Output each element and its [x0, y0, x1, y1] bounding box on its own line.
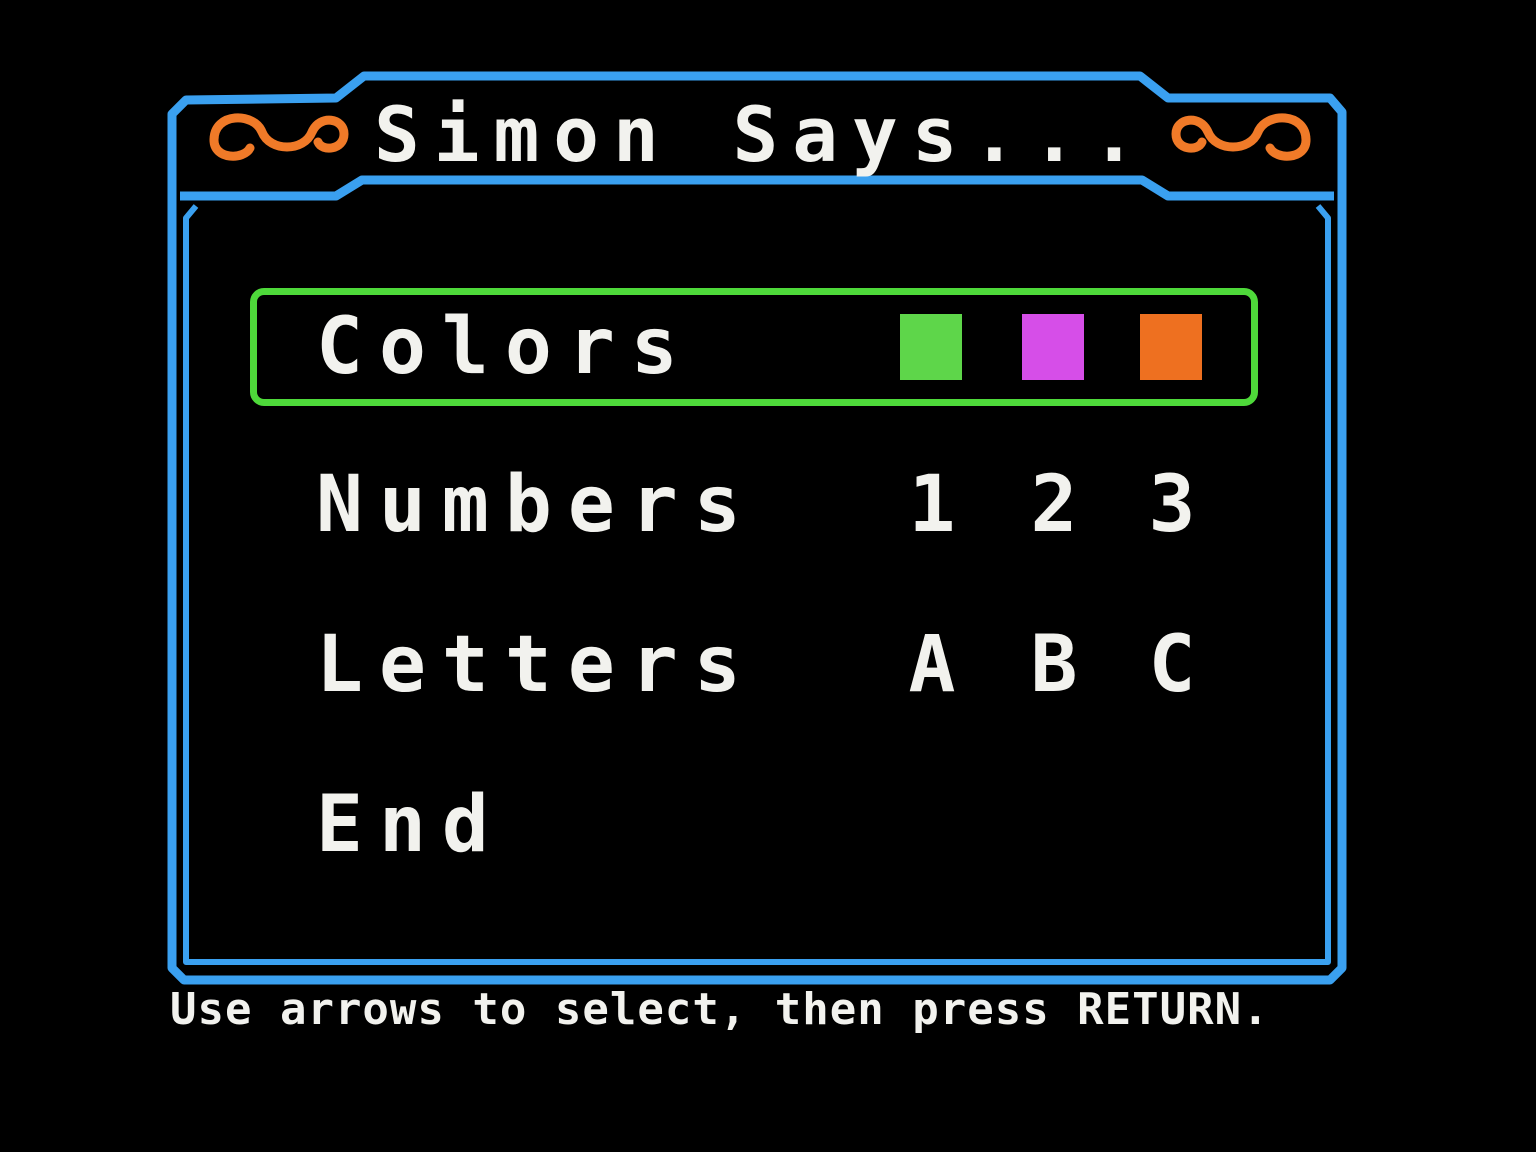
glyph: 3 [1148, 460, 1196, 550]
letter-glyphs: A B C [900, 620, 1220, 710]
menu-item-label: Letters [316, 620, 757, 710]
color-swatch-orange [1140, 314, 1202, 380]
number-glyphs: 1 2 3 [900, 460, 1220, 550]
glyph: A [908, 620, 956, 710]
swirl-ornament-left-icon [209, 113, 349, 161]
menu-item-label: Numbers [316, 460, 757, 550]
swirl-ornament-right-icon [1171, 113, 1311, 161]
color-swatch-green [900, 314, 962, 380]
glyph: 1 [908, 460, 956, 550]
menu-item-colors[interactable]: Colors [250, 288, 1258, 406]
menu-item-letters[interactable]: Letters A B C [250, 606, 1258, 724]
game-screen: Simon Says... Colors Numbers 1 2 3 Lette… [0, 0, 1536, 1152]
color-swatch-purple [1022, 314, 1084, 380]
color-swatches [900, 302, 1220, 392]
menu-item-numbers[interactable]: Numbers 1 2 3 [250, 446, 1258, 564]
glyph: B [1030, 620, 1078, 710]
menu-item-end[interactable]: End [250, 766, 1258, 884]
menu-item-label: Colors [316, 302, 694, 392]
instructions-text: Use arrows to select, then press RETURN. [170, 984, 1270, 1035]
glyph: C [1148, 620, 1196, 710]
menu-item-label: End [316, 780, 505, 870]
glyph: 2 [1030, 460, 1078, 550]
page-title: Simon Says... [374, 90, 1151, 179]
